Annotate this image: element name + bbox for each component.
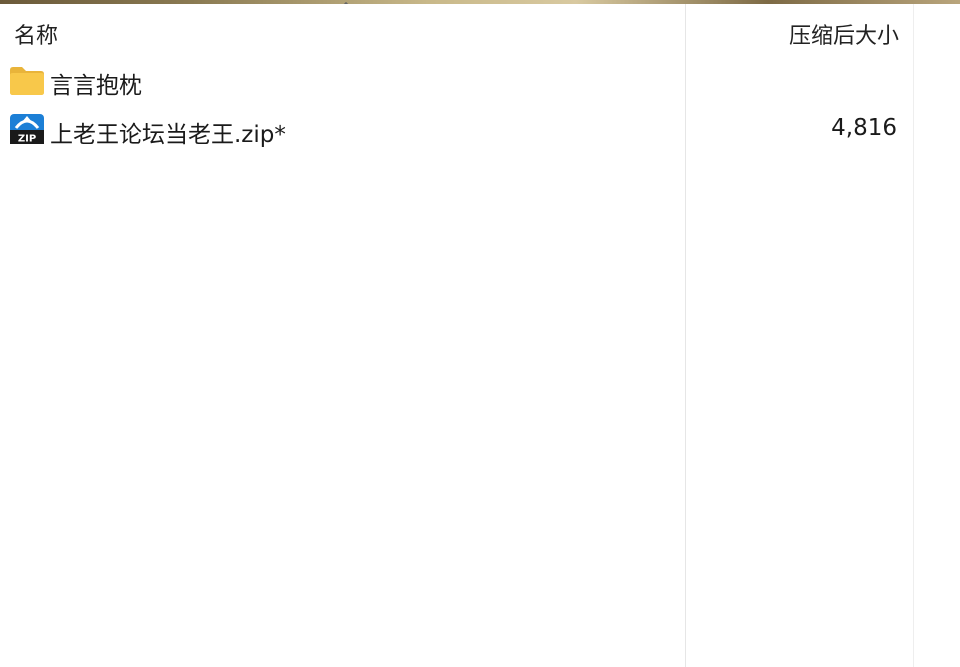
file-row-folder[interactable]: 言言抱枕 <box>0 57 913 103</box>
column-header-size-cell[interactable]: 压缩后大小 <box>686 4 913 56</box>
column-header-name[interactable]: 名称 <box>14 18 58 50</box>
column-divider[interactable] <box>685 4 686 667</box>
column-header-compressed-size[interactable]: 压缩后大小 <box>789 18 899 50</box>
svg-text:ZIP: ZIP <box>18 134 36 145</box>
file-row-zip[interactable]: ZIP 上老王论坛当老王.zip* 4,816 <box>0 106 913 152</box>
file-name: 上老王论坛当老王.zip* <box>50 122 286 148</box>
file-name: 言言抱枕 <box>50 73 142 99</box>
file-size: 4,816 <box>831 115 897 141</box>
zip-icon: ZIP <box>10 114 44 145</box>
folder-icon <box>10 67 44 95</box>
right-divider <box>913 4 914 667</box>
